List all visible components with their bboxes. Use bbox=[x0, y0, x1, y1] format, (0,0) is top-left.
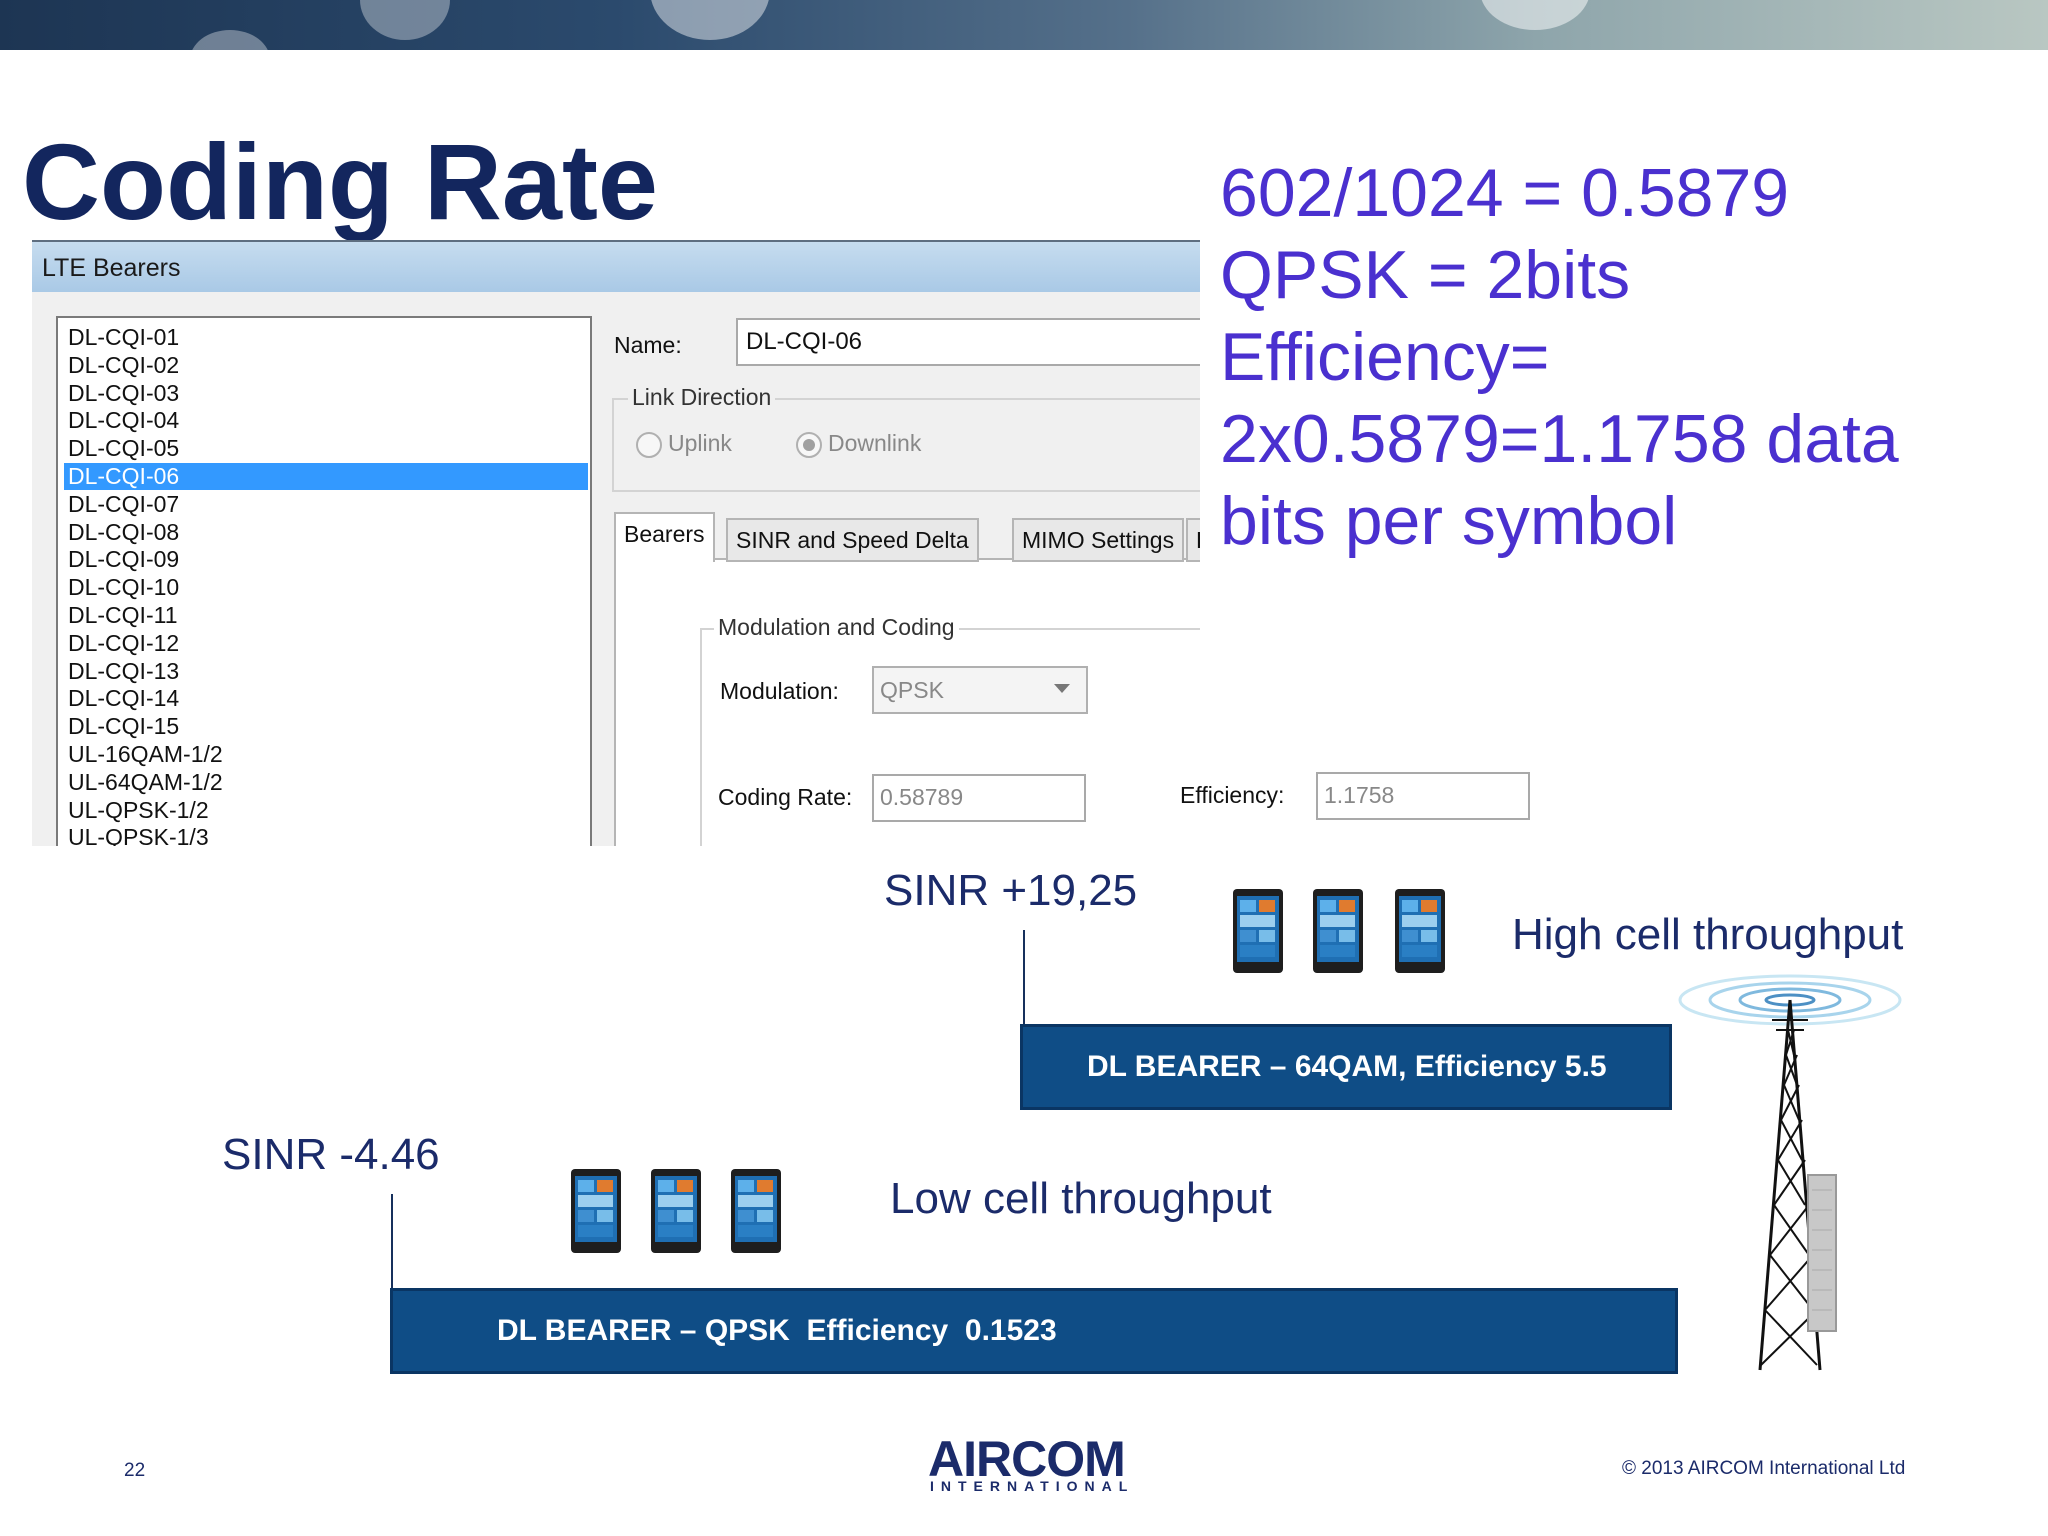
bearer-list-item[interactable]: DL-CQI-13 bbox=[64, 658, 588, 685]
bearer-list-item[interactable]: DL-CQI-12 bbox=[64, 630, 588, 657]
low-sinr-label: SINR -4.46 bbox=[222, 1130, 440, 1179]
bearer-list-item[interactable]: DL-CQI-04 bbox=[64, 407, 588, 434]
copyright: © 2013 AIRCOM International Ltd bbox=[1622, 1458, 1906, 1479]
low-bearer-bar: DL BEARER – QPSK Efficiency 0.1523 bbox=[390, 1288, 1678, 1374]
cell-tower-icon bbox=[1678, 974, 1902, 1371]
formula-line-1: 602/1024 = 0.5879 bbox=[1220, 155, 1790, 231]
bearer-list-item[interactable]: DL-CQI-05 bbox=[64, 435, 588, 462]
formula-line-3: Efficiency= bbox=[1220, 319, 1550, 395]
header-banner bbox=[0, 0, 2048, 50]
downlink-label: Downlink bbox=[828, 430, 922, 456]
lte-bearers-dialog: LTE Bearers DL-CQI-01 DL-CQI-02 DL-CQI-03 D… bbox=[32, 240, 1200, 846]
formula-line-5: bits per symbol bbox=[1220, 483, 1678, 559]
uplink-radio[interactable] bbox=[636, 432, 662, 458]
efficiency-input[interactable]: 1.1758 bbox=[1316, 772, 1530, 820]
downlink-radio[interactable] bbox=[796, 432, 822, 458]
smartphone-icon bbox=[1233, 889, 1283, 973]
bearer-list-item[interactable]: UL-64QAM-1/2 bbox=[64, 769, 588, 796]
bearer-list-item[interactable]: UL-QPSK-1/3 bbox=[64, 824, 588, 846]
bearer-list-item[interactable]: DL-CQI-08 bbox=[64, 519, 588, 546]
bearer-list-item[interactable]: DL-CQI-07 bbox=[64, 491, 588, 518]
bearer-list-item[interactable]: DL-CQI-02 bbox=[64, 352, 588, 379]
dialog-title: LTE Bearers bbox=[42, 254, 181, 282]
formula-line-2: QPSK = 2bits bbox=[1220, 237, 1631, 313]
tab-sinr-speed-delta[interactable]: SINR and Speed Delta bbox=[726, 518, 979, 562]
bearer-list-item[interactable]: DL-CQI-15 bbox=[64, 713, 588, 740]
downlink-radio-selected-dot bbox=[803, 439, 815, 451]
smartphone-icon bbox=[731, 1169, 781, 1253]
link-direction-label: Link Direction bbox=[628, 384, 776, 411]
bearer-list-item[interactable]: DL-CQI-11 bbox=[64, 602, 588, 629]
smartphone-icon bbox=[651, 1169, 701, 1253]
smartphone-icon bbox=[571, 1169, 621, 1253]
bearer-list-item[interactable]: DL-CQI-09 bbox=[64, 546, 588, 573]
page-number: 22 bbox=[124, 1460, 146, 1481]
bearer-list-item[interactable]: DL-CQI-14 bbox=[64, 685, 588, 712]
bearer-list-item[interactable]: DL-CQI-06 bbox=[64, 463, 588, 490]
uplink-label: Uplink bbox=[668, 430, 732, 456]
smartphone-icon bbox=[1395, 889, 1445, 973]
dialog-titlebar: LTE Bearers bbox=[32, 242, 1200, 292]
high-sinr-marker bbox=[1023, 930, 1025, 1026]
bearer-list-item[interactable]: UL-16QAM-1/2 bbox=[64, 741, 588, 768]
coding-rate-input[interactable]: 0.58789 bbox=[872, 774, 1086, 822]
coding-rate-label: Coding Rate: bbox=[718, 784, 853, 810]
formula-text: 602/1024 = 0.5879 QPSK = 2bits Efficienc… bbox=[1220, 152, 2020, 562]
high-bearer-bar: DL BEARER – 64QAM, Efficiency 5.5 bbox=[1020, 1024, 1672, 1110]
bearer-list-item[interactable]: DL-CQI-01 bbox=[64, 324, 588, 351]
tab-mimo-settings[interactable]: MIMO Settings bbox=[1012, 518, 1185, 562]
high-sinr-label: SINR +19,25 bbox=[884, 866, 1138, 915]
modulation-coding-label: Modulation and Coding bbox=[714, 614, 959, 641]
name-label: Name: bbox=[614, 332, 682, 358]
chevron-down-icon[interactable] bbox=[1054, 684, 1070, 693]
bearer-list[interactable]: DL-CQI-01 DL-CQI-02 DL-CQI-03 DL-CQI-04 DL-C… bbox=[56, 316, 592, 846]
low-throughput-label: Low cell throughput bbox=[890, 1174, 1272, 1223]
high-throughput-label: High cell throughput bbox=[1512, 910, 1904, 959]
name-input[interactable]: DL-CQI-06 bbox=[736, 318, 1200, 366]
formula-line-4: 2x0.5879=1.1758 data bbox=[1220, 401, 1899, 477]
bearer-list-item[interactable]: UL-QPSK-1/2 bbox=[64, 797, 588, 824]
tab-history[interactable]: His bbox=[1186, 518, 1200, 562]
aircom-logo-tagline: INTERNATIONAL bbox=[930, 1478, 1135, 1494]
bearer-list-item[interactable]: DL-CQI-10 bbox=[64, 574, 588, 601]
low-sinr-marker bbox=[391, 1194, 393, 1290]
smartphone-icon bbox=[1313, 889, 1363, 973]
efficiency-label: Efficiency: bbox=[1180, 782, 1285, 808]
slide-title: Coding Rate bbox=[22, 121, 658, 242]
bearer-list-item[interactable]: DL-CQI-03 bbox=[64, 380, 588, 407]
tab-bearers[interactable]: Bearers bbox=[614, 512, 715, 562]
modulation-label: Modulation: bbox=[720, 678, 839, 704]
